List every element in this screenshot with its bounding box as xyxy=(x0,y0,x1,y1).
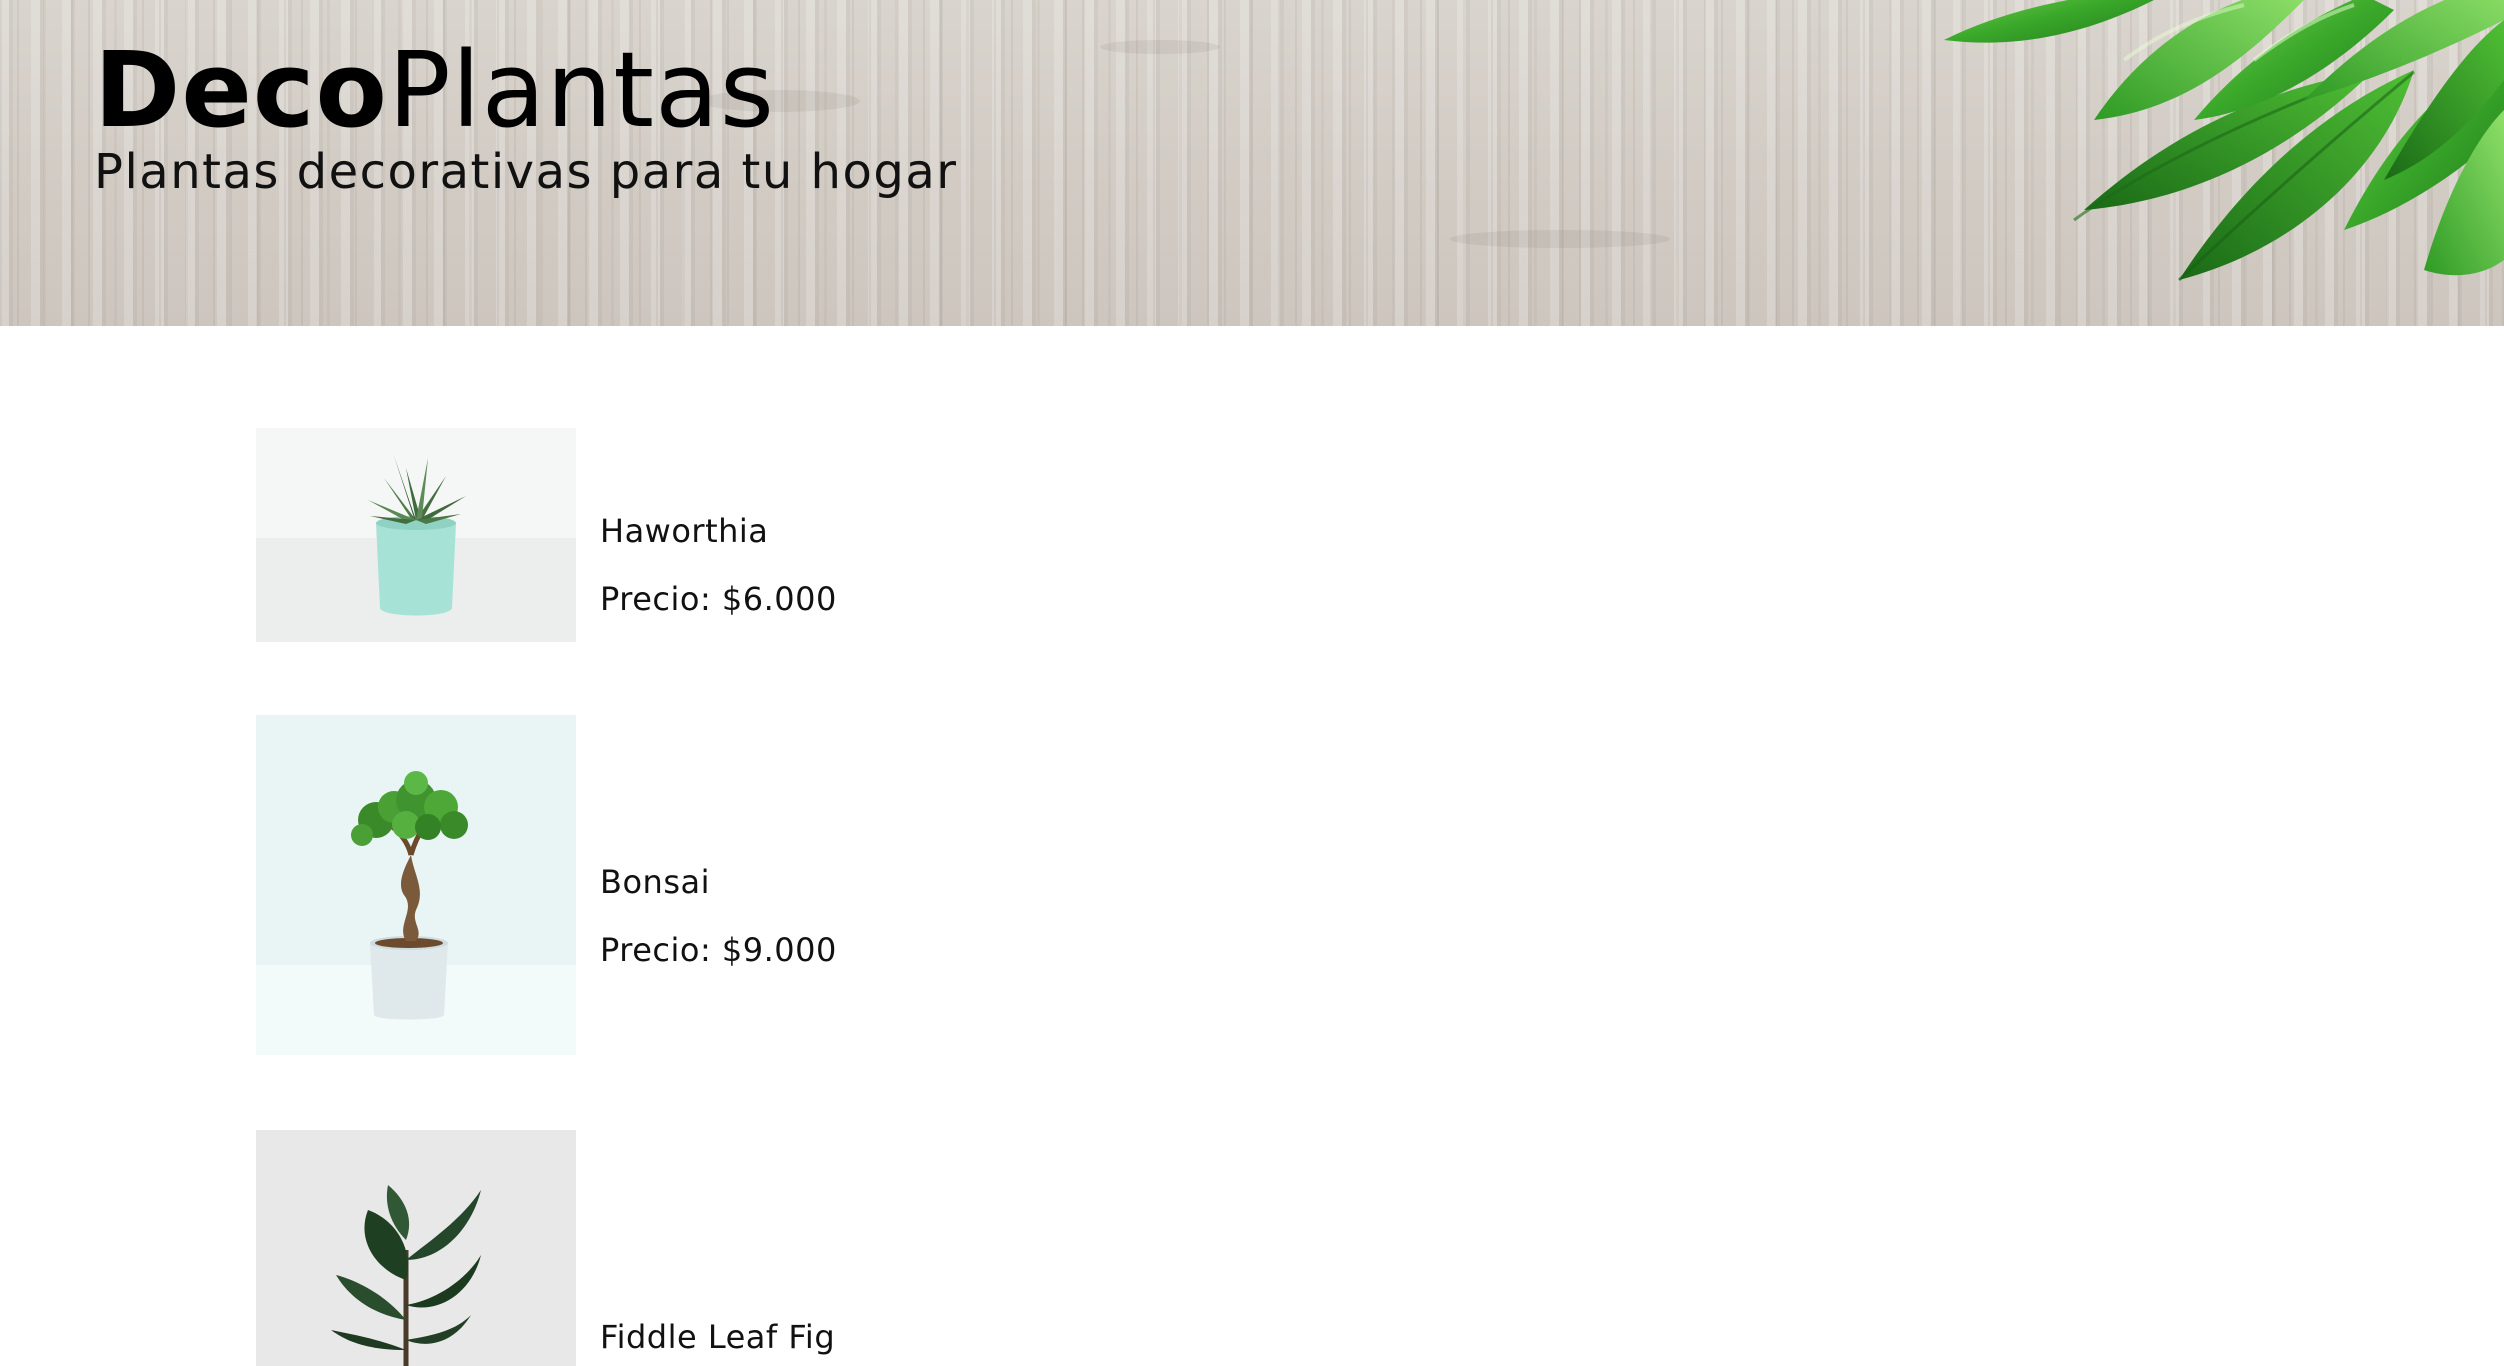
product-name[interactable]: Haworthia xyxy=(600,512,768,550)
site-title[interactable]: DecoPlantas xyxy=(94,35,775,145)
product-image[interactable] xyxy=(256,428,576,642)
product-item[interactable]: Fiddle Leaf Fig xyxy=(256,1130,1456,1366)
bonsai-plant-icon xyxy=(256,715,576,1055)
site-tagline: Plantas decorativas para tu hogar xyxy=(94,144,958,200)
product-item[interactable]: Haworthia Precio: $6.000 xyxy=(256,428,1456,642)
product-price: Precio: $9.000 xyxy=(600,931,837,969)
product-name[interactable]: Bonsai xyxy=(600,863,710,901)
product-image[interactable] xyxy=(256,715,576,1055)
product-item[interactable]: Bonsai Precio: $9.000 xyxy=(256,715,1456,1055)
product-name[interactable]: Fiddle Leaf Fig xyxy=(600,1318,835,1356)
site-header: DecoPlantas Plantas decorativas para tu … xyxy=(0,0,2504,326)
leaves-decoration-icon xyxy=(1944,0,2504,282)
site-title-bold: Deco xyxy=(94,29,388,151)
product-image[interactable] xyxy=(256,1130,576,1366)
product-price: Precio: $6.000 xyxy=(600,580,837,618)
haworthia-plant-icon xyxy=(256,428,576,642)
fiddle-leaf-fig-plant-icon xyxy=(256,1130,576,1366)
site-title-light: Plantas xyxy=(387,29,775,151)
